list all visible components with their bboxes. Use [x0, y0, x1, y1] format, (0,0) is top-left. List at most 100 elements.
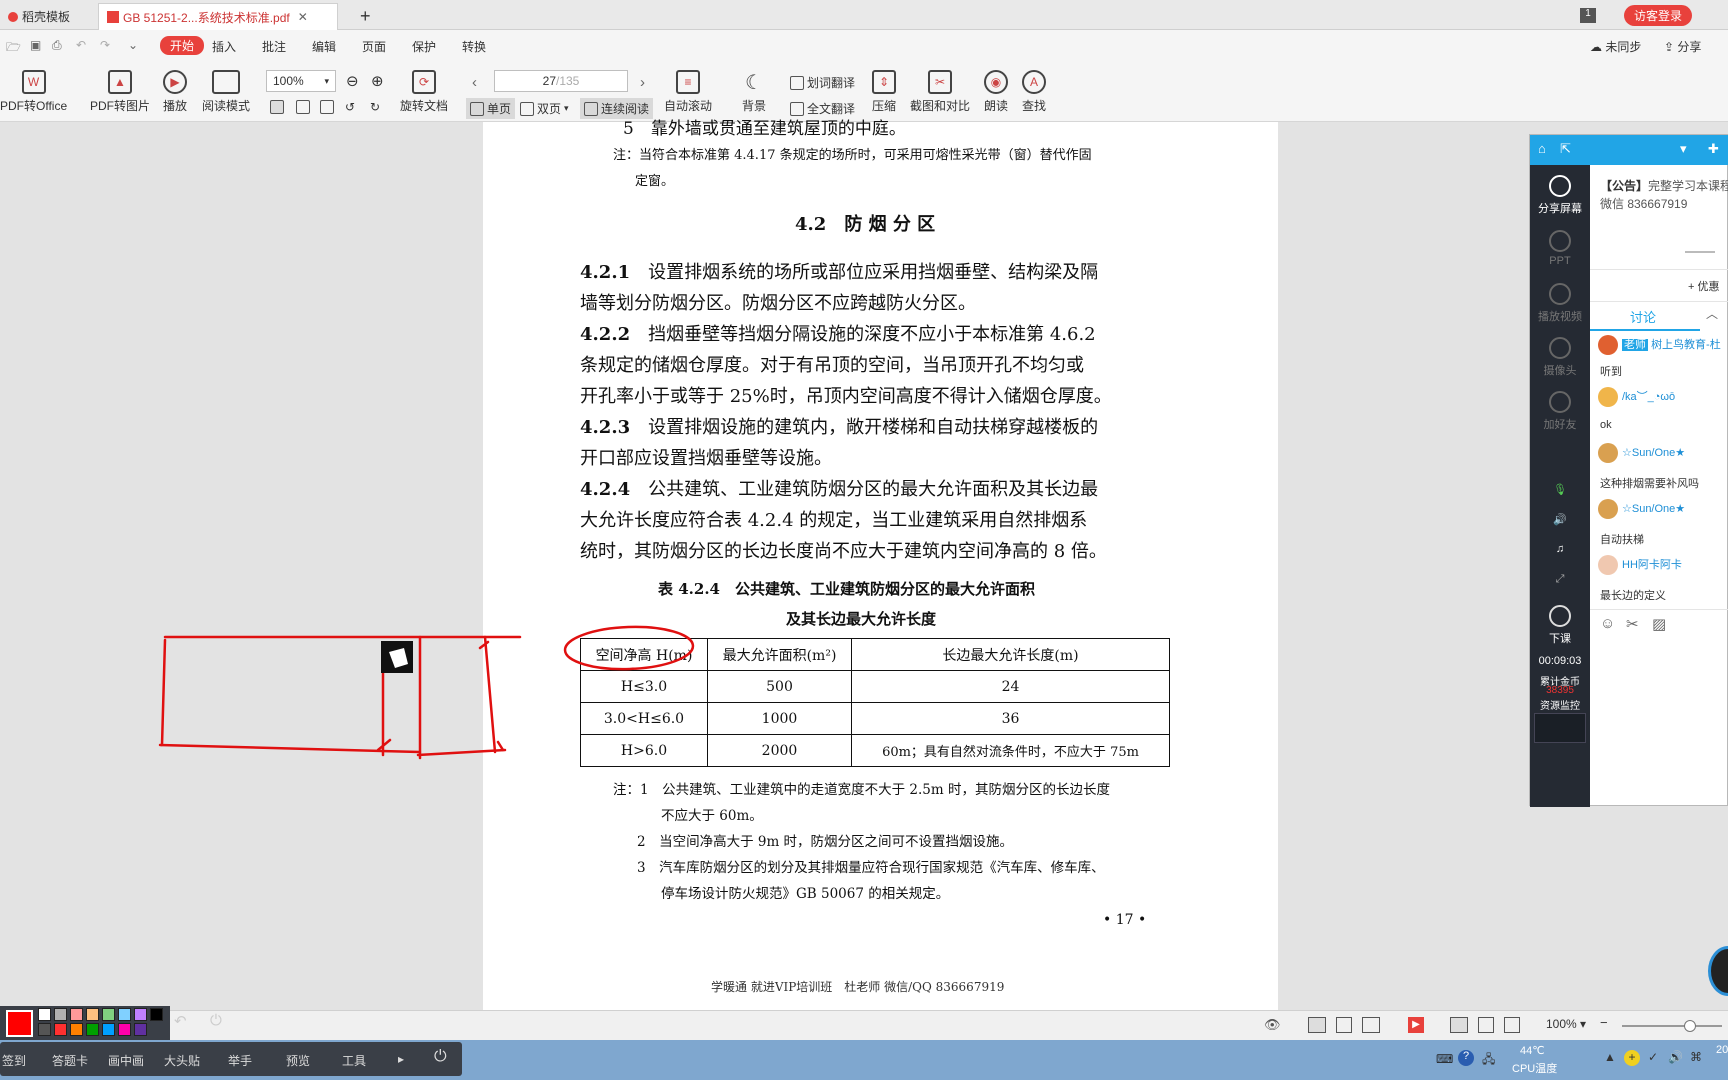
video-icon [1549, 283, 1571, 305]
avatar [1598, 499, 1618, 519]
raise-hand-button[interactable]: 举手 [228, 1052, 252, 1069]
notice: 【公告】完整学习本课程 [1600, 177, 1728, 194]
avatar [1598, 555, 1618, 575]
scissors-icon[interactable]: ✂ [1626, 615, 1639, 633]
chat-message-author: 老师 树上鸟教育-杜 [1598, 335, 1721, 355]
cpu-temp-label: CPU温度 [1512, 1063, 1558, 1075]
share-screen-button[interactable]: 分享屏幕 [1530, 175, 1590, 216]
notice-wechat: 微信 836667919 [1600, 197, 1688, 211]
fit-page-icon[interactable] [1478, 1017, 1494, 1033]
color-swatch[interactable] [118, 1008, 131, 1021]
pen-stroke [160, 638, 167, 747]
tools-button[interactable]: 工具 [342, 1052, 366, 1069]
add-friend-button[interactable]: 加好友 [1530, 391, 1590, 432]
tab-discussion[interactable]: 讨论 [1630, 307, 1656, 326]
chevron-down-icon[interactable]: ▾ [1680, 141, 1687, 157]
divider [1590, 301, 1728, 302]
actual-size-icon[interactable] [1504, 1017, 1520, 1033]
undo-icon[interactable]: ↶ [174, 1012, 187, 1030]
color-swatch[interactable] [86, 1008, 99, 1021]
color-swatch[interactable] [54, 1008, 67, 1021]
color-swatch[interactable] [102, 1008, 115, 1021]
play-video-button[interactable]: 播放视频 [1530, 283, 1590, 324]
color-swatch[interactable] [38, 1008, 51, 1021]
camera-button[interactable]: 摄像头 [1530, 337, 1590, 378]
zoom-slider[interactable] [1622, 1025, 1722, 1027]
color-swatch[interactable] [38, 1023, 51, 1036]
chat-message-author: ☆Sun/One★ [1598, 443, 1685, 463]
answer-card-button[interactable]: 答题卡 [52, 1052, 88, 1069]
keyboard-icon[interactable]: ⌨ [1436, 1052, 1453, 1066]
color-swatch[interactable] [134, 1008, 147, 1021]
popout-icon[interactable]: ⇱ [1560, 141, 1571, 157]
preview-button[interactable]: 预览 [286, 1052, 310, 1069]
sign-in-button[interactable]: 签到 [2, 1052, 26, 1069]
status-bar: 👁 ▶ 100% ▾ − [0, 1010, 1728, 1040]
pen-annotation-layer [158, 625, 695, 760]
app-tray-icon[interactable]: + [1624, 1050, 1640, 1066]
network-icon[interactable]: 🖧 [1482, 1050, 1495, 1071]
power-icon[interactable]: ⏻ [210, 1012, 222, 1029]
chat-message: 听到 [1600, 366, 1622, 378]
color-swatch[interactable] [70, 1008, 83, 1021]
zoom-level[interactable]: 100% ▾ [1546, 1017, 1586, 1031]
fit-width-icon[interactable] [1450, 1017, 1468, 1033]
color-swatch[interactable] [150, 1008, 163, 1021]
eye-icon[interactable]: 👁 [1264, 1017, 1281, 1033]
class-timer: 00:09:03 [1538, 655, 1582, 667]
promo-button[interactable]: + 优惠 [1688, 278, 1719, 294]
help-icon[interactable]: ? [1458, 1050, 1474, 1066]
color-swatch[interactable] [134, 1023, 147, 1036]
security-icon[interactable]: ✓ [1648, 1050, 1658, 1064]
music-icon[interactable]: ♫ [1530, 543, 1590, 555]
single-page-icon[interactable] [1308, 1017, 1326, 1033]
chat-author: ☆Sun/One★ [1622, 502, 1686, 515]
collapse-icon[interactable]: ︿ [1706, 305, 1718, 322]
volume-icon[interactable]: 🔊 [1530, 513, 1590, 526]
divider [1590, 269, 1728, 270]
zoom-out-icon[interactable]: − [1600, 1015, 1608, 1030]
avatar-sticker-button[interactable]: 大头贴 [164, 1052, 200, 1069]
emoji-icon[interactable]: ☺ [1600, 615, 1615, 632]
button-label: PPT [1549, 255, 1571, 267]
carousel-indicator [1685, 251, 1715, 253]
microphone-icon[interactable]: 🎙 [1530, 483, 1590, 496]
fullscreen-icon[interactable]: ⤢ [1530, 573, 1590, 586]
image-icon[interactable]: ▨ [1652, 615, 1666, 633]
power-icon [1549, 605, 1571, 627]
chat-message-author: /ka︶_◔ωō [1598, 387, 1675, 407]
chat-message: ok [1600, 419, 1612, 431]
live-panel-header: ⌂ ⇱ ▾ ✚ [1530, 135, 1728, 165]
current-color-swatch[interactable] [6, 1010, 33, 1037]
speaker-icon[interactable]: 🔊 [1668, 1050, 1683, 1064]
continuous-page-icon[interactable] [1336, 1017, 1352, 1033]
ppt-button[interactable]: PPT [1530, 230, 1590, 267]
ime-icon[interactable]: ⌘ [1690, 1050, 1702, 1064]
color-swatch[interactable] [102, 1023, 115, 1036]
pen-stroke [478, 635, 505, 754]
color-swatch[interactable] [70, 1023, 83, 1036]
coins-value: 38395 [1546, 685, 1574, 696]
pen-stroke [416, 748, 507, 757]
double-page-icon[interactable] [1362, 1017, 1380, 1033]
color-swatch[interactable] [54, 1023, 67, 1036]
button-label: 播放视频 [1538, 311, 1582, 323]
tray-expand-icon[interactable]: ▲ [1604, 1050, 1616, 1064]
chat-message: 这种排烟需要补风吗 [1600, 478, 1699, 490]
clock-year: 20 [1716, 1044, 1728, 1056]
more-icon[interactable]: ▸ [398, 1052, 404, 1066]
color-swatch[interactable] [86, 1023, 99, 1036]
pin-icon[interactable]: ✚ [1708, 141, 1719, 157]
end-class-button[interactable]: 下课 [1530, 605, 1590, 646]
notice-text: 完整学习本课程 [1648, 179, 1728, 193]
picture-in-picture-button[interactable]: 画中画 [108, 1052, 144, 1069]
power-icon[interactable]: ⏻ [434, 1048, 447, 1066]
zoom-value: 100% [1546, 1017, 1577, 1031]
chat-author: ☆Sun/One★ [1622, 446, 1686, 459]
play-icon[interactable]: ▶ [1408, 1017, 1424, 1033]
color-swatch[interactable] [118, 1023, 131, 1036]
zoom-slider-handle[interactable] [1684, 1020, 1696, 1032]
home-icon[interactable]: ⌂ [1538, 141, 1546, 156]
button-label: 分享屏幕 [1538, 203, 1582, 215]
chat-author: 树上鸟教育-杜 [1651, 338, 1721, 351]
